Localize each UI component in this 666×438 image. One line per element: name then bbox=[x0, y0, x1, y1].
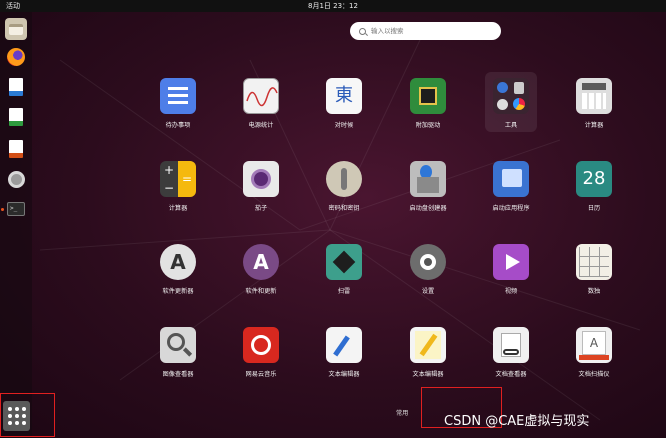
app-label: 启动盘创建器 bbox=[409, 205, 447, 212]
app-launcher[interactable]: A 软件更新器 bbox=[138, 244, 218, 314]
app-launcher[interactable]: 图像查看器 bbox=[138, 327, 218, 397]
dock: >_ bbox=[0, 12, 32, 438]
app-launcher[interactable]: 启动应用程序 bbox=[471, 161, 551, 231]
app-launcher[interactable]: 扫雷 bbox=[304, 244, 384, 314]
watermark: CSDN @CAE虚拟与现实 bbox=[444, 414, 590, 429]
app-label: 视频 bbox=[504, 288, 518, 295]
calc-icon[interactable] bbox=[5, 106, 27, 128]
app-label: 计算器 bbox=[584, 122, 604, 129]
app-launcher[interactable]: 附加驱动 bbox=[388, 78, 468, 148]
text-editor-alt-icon bbox=[410, 327, 446, 363]
power-statistics-icon bbox=[243, 78, 279, 114]
cheese-icon bbox=[243, 161, 279, 197]
app-label: 密码和密钥 bbox=[328, 205, 360, 212]
app-launcher[interactable]: 28 日历 bbox=[554, 161, 634, 231]
app-launcher[interactable]: 工具 bbox=[471, 72, 551, 148]
calculator-alt-icon: + − = bbox=[160, 161, 196, 197]
app-label: 电源统计 bbox=[248, 122, 274, 129]
utilities-folder-icon bbox=[493, 78, 529, 114]
startup-disk-creator-icon bbox=[410, 161, 446, 197]
app-label: 扫雷 bbox=[337, 288, 351, 295]
app-label: 软件和更新 bbox=[245, 288, 277, 295]
app-launcher[interactable]: 视频 bbox=[471, 244, 551, 314]
app-label: 附加驱动 bbox=[415, 122, 441, 129]
image-viewer-icon bbox=[160, 327, 196, 363]
app-label: 文档查看器 bbox=[495, 371, 527, 378]
app-launcher[interactable]: A 文档扫描仪 bbox=[554, 327, 634, 397]
startup-applications-icon bbox=[493, 161, 529, 197]
software-updater-icon: A bbox=[160, 244, 196, 280]
document-viewer-icon bbox=[493, 327, 529, 363]
settings-icon[interactable] bbox=[5, 168, 27, 190]
firefox-icon[interactable] bbox=[5, 46, 27, 68]
app-launcher[interactable]: A 软件和更新 bbox=[221, 244, 301, 314]
writer-icon[interactable] bbox=[5, 76, 27, 98]
videos-icon bbox=[493, 244, 529, 280]
app-label: 设置 bbox=[421, 288, 435, 295]
app-label: 对时候 bbox=[334, 122, 354, 129]
search-icon bbox=[359, 27, 366, 35]
netease-music-icon bbox=[243, 327, 279, 363]
app-label: 软件更新器 bbox=[162, 288, 194, 295]
top-bar: 活动 8月1日 23：12 bbox=[0, 0, 666, 12]
app-launcher[interactable]: 東对时候 bbox=[304, 78, 384, 148]
clock-kanji-icon: 東 bbox=[326, 78, 362, 114]
calendar-icon: 28 bbox=[576, 161, 612, 197]
app-label: 文本编辑器 bbox=[328, 371, 360, 378]
app-label: 茄子 bbox=[254, 205, 268, 212]
app-label: 日历 bbox=[587, 205, 601, 212]
clock[interactable]: 8月1日 23：12 bbox=[0, 0, 666, 12]
app-label: 图像查看器 bbox=[162, 371, 194, 378]
sudoku-icon bbox=[576, 244, 612, 280]
app-launcher[interactable]: + − = 计算器 bbox=[138, 161, 218, 231]
app-launcher[interactable]: 电源统计 bbox=[221, 78, 301, 148]
software-properties-icon: A bbox=[243, 244, 279, 280]
text-editor-icon bbox=[326, 327, 362, 363]
app-launcher[interactable]: 数独 bbox=[554, 244, 634, 314]
additional-drivers-icon bbox=[410, 78, 446, 114]
tab-frequent[interactable]: 常用 bbox=[396, 408, 408, 417]
todo-icon bbox=[160, 78, 196, 114]
mines-icon bbox=[326, 244, 362, 280]
app-label: 文本编辑器 bbox=[412, 371, 444, 378]
passwords-keys-icon bbox=[326, 161, 362, 197]
app-launcher[interactable]: 待办事项 bbox=[138, 78, 218, 148]
app-label: 工具 bbox=[504, 122, 518, 129]
app-label: 文档扫描仪 bbox=[578, 371, 610, 378]
document-scanner-icon: A bbox=[576, 327, 612, 363]
app-label: 数独 bbox=[587, 288, 601, 295]
calculator-icon bbox=[576, 78, 612, 114]
app-launcher[interactable]: 计算器 bbox=[554, 78, 634, 148]
settings-icon bbox=[410, 244, 446, 280]
app-label: 待办事项 bbox=[165, 122, 191, 129]
app-launcher[interactable]: 启动盘创建器 bbox=[388, 161, 468, 231]
running-indicator bbox=[1, 208, 4, 211]
app-launcher[interactable]: 密码和密钥 bbox=[304, 161, 384, 231]
app-label: 计算器 bbox=[168, 205, 188, 212]
app-label: 启动应用程序 bbox=[492, 205, 530, 212]
app-launcher[interactable]: 茄子 bbox=[221, 161, 301, 231]
search-input[interactable] bbox=[371, 27, 491, 35]
search-field[interactable] bbox=[350, 22, 501, 40]
terminal-icon[interactable]: >_ bbox=[5, 198, 27, 220]
app-launcher[interactable]: 设置 bbox=[388, 244, 468, 314]
app-label: 网易云音乐 bbox=[245, 371, 277, 378]
impress-icon[interactable] bbox=[5, 138, 27, 160]
app-launcher[interactable]: 网易云音乐 bbox=[221, 327, 301, 397]
app-launcher[interactable]: 文本编辑器 bbox=[304, 327, 384, 397]
files-icon[interactable] bbox=[5, 18, 27, 40]
